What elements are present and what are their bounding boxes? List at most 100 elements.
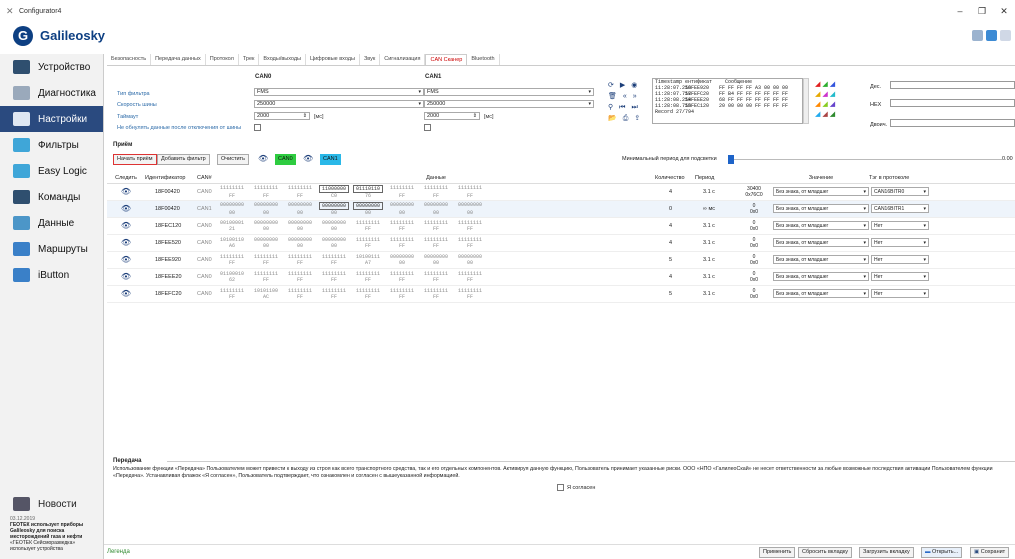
tag-select[interactable]: Нет ▾ xyxy=(871,238,929,247)
tag-select[interactable]: CAN16BITR1 ▾ xyxy=(871,204,929,213)
can1-eye-icon[interactable]: 👁 xyxy=(303,154,313,163)
value-type-select[interactable]: Без знака, от младшег ▾ xyxy=(773,272,869,281)
eye-icon[interactable]: 👁 xyxy=(121,187,131,196)
byte-bits[interactable]: 00000000 xyxy=(455,202,485,210)
sidebar-item-puzzle[interactable]: Easy Logic xyxy=(0,158,103,184)
value-type-select[interactable]: Без знака, от младшег ▾ xyxy=(773,187,869,196)
scanner-log[interactable]: Timestamp ентификат Сообщение 11:28:07.2… xyxy=(652,78,803,124)
sidebar-item-filter[interactable]: Фильтры xyxy=(0,132,103,158)
table-row[interactable]: 👁 18F00420 CAN0 11111111 11111111 11111111 110… xyxy=(107,183,1015,201)
value-type-select[interactable]: Без знака, от младшег ▾ xyxy=(773,204,869,213)
agree-checkbox[interactable] xyxy=(557,484,564,491)
spin-icon[interactable]: ⇕ xyxy=(303,113,307,120)
byte-bits[interactable]: 11111111 xyxy=(387,185,417,193)
can1-filter-type-select[interactable]: FMS ▾ xyxy=(424,88,594,96)
marker-cyan-icon[interactable]: ◢ xyxy=(830,91,835,98)
play-icon[interactable]: ▶ xyxy=(620,80,625,91)
record-icon[interactable]: ◉ xyxy=(631,80,637,91)
sidebar-item-data[interactable]: Данные xyxy=(0,210,103,236)
byte-bits[interactable]: 01110110 xyxy=(353,184,383,193)
sidebar-item-commands[interactable]: Команды xyxy=(0,184,103,210)
can1-reset-checkbox[interactable] xyxy=(424,124,431,131)
prev-icon[interactable]: « xyxy=(623,91,627,102)
marker-blue-icon[interactable]: ◢ xyxy=(830,81,835,88)
apply-button[interactable]: Применить xyxy=(759,547,796,558)
can0-reset-checkbox[interactable] xyxy=(254,124,261,131)
byte-bits[interactable]: 00000000 xyxy=(353,201,383,210)
tag-select[interactable]: Нет ▾ xyxy=(871,221,929,230)
table-row[interactable]: 👁 18FEE520 CAN0 10100110 00000000 00000000 000… xyxy=(107,234,1015,252)
clear-button[interactable]: Очистить xyxy=(217,154,249,165)
marker-yellow-icon[interactable]: ◢ xyxy=(815,91,820,98)
refresh-icon[interactable]: ⟳ xyxy=(608,80,614,91)
eye-icon[interactable]: 👁 xyxy=(121,272,131,281)
can0-chip[interactable]: CAN0 xyxy=(275,154,296,165)
bin-field[interactable] xyxy=(890,119,1015,127)
byte-bits[interactable]: 11111111 xyxy=(285,185,315,193)
table-row[interactable]: 👁 18FEFC20 CAN0 11111111 10101100 11111111 111… xyxy=(107,285,1015,303)
reset-tab-button[interactable]: Сбросить вкладку xyxy=(798,547,853,558)
eye-icon[interactable]: 👁 xyxy=(121,238,131,247)
tab-6[interactable]: Звук xyxy=(360,54,381,65)
value-type-select[interactable]: Без знака, от младшег ▾ xyxy=(773,255,869,264)
sidebar-item-route[interactable]: Маршруты xyxy=(0,236,103,262)
load-tab-button[interactable]: Загрузить вкладку xyxy=(859,547,914,558)
save-button[interactable]: ▣ Сохранит xyxy=(970,547,1010,558)
tab-3[interactable]: Трек xyxy=(239,54,260,65)
byte-bits[interactable]: 00000000 xyxy=(387,202,417,210)
dec-field[interactable] xyxy=(890,81,1015,89)
sidebar-item-device[interactable]: Устройство xyxy=(0,54,103,80)
tab-7[interactable]: Сигнализация xyxy=(380,54,426,65)
sidebar-item-gear[interactable]: Настройки xyxy=(0,106,103,132)
open-button[interactable]: ▬ Открыть... xyxy=(921,547,963,558)
marker-sky-icon[interactable]: ◢ xyxy=(815,111,820,118)
tab-5[interactable]: Цифровые входы xyxy=(306,54,360,65)
byte-bits[interactable]: 00000000 xyxy=(217,202,247,210)
last-icon[interactable]: ⏭ xyxy=(631,102,637,113)
log-scrollbar[interactable] xyxy=(803,78,809,124)
can0-eye-icon[interactable]: 👁 xyxy=(258,154,268,163)
tab-1[interactable]: Передача данных xyxy=(151,54,206,65)
marker-magenta-icon[interactable]: ◢ xyxy=(822,91,827,98)
table-row[interactable]: 👁 18F00420 CAN1 00000000 00000000 00000000 000… xyxy=(107,200,1015,218)
tab-8[interactable]: CAN Сканер xyxy=(425,54,468,65)
sidebar-item-news[interactable]: Новости xyxy=(0,493,104,515)
maximize-button[interactable]: ❐ xyxy=(971,6,993,17)
byte-bits[interactable]: 11111111 xyxy=(421,185,451,193)
byte-bits[interactable]: 00000000 xyxy=(285,202,315,210)
byte-bits[interactable]: 00000000 xyxy=(251,202,281,210)
min-period-slider-track[interactable] xyxy=(734,159,1002,160)
legend-link[interactable]: Легенда xyxy=(107,549,130,555)
marker-violet-icon[interactable]: ◢ xyxy=(830,101,835,108)
table-row[interactable]: 👁 18FEEE20 CAN0 01100010 11111111 11111111 111… xyxy=(107,268,1015,286)
start-receive-button[interactable]: Начать приём xyxy=(113,154,157,165)
sidebar-item-diagnostics[interactable]: Диагностика xyxy=(0,80,103,106)
news-preview[interactable]: 03.12.2019 ГЕОТЕК использует приборы Gal… xyxy=(10,516,102,552)
can1-timeout-input[interactable]: 2000 ⇕ xyxy=(424,112,480,120)
tab-9[interactable]: Bluetooth xyxy=(467,54,500,65)
can1-chip[interactable]: CAN1 xyxy=(320,154,341,165)
clear-filter-icon[interactable]: ⚲ xyxy=(608,102,613,113)
add-filter-button[interactable]: Добавить фильтр xyxy=(157,154,210,165)
value-type-select[interactable]: Без знака, от младшег ▾ xyxy=(773,238,869,247)
marker-dark-green-icon[interactable]: ◢ xyxy=(830,111,835,118)
update-icon[interactable] xyxy=(1000,30,1011,41)
next-icon[interactable]: » xyxy=(633,91,637,102)
tab-2[interactable]: Протокол xyxy=(206,54,239,65)
byte-bits[interactable]: 00000000 xyxy=(319,201,349,210)
value-type-select[interactable]: Без знака, от младшег ▾ xyxy=(773,221,869,230)
open-folder-icon[interactable]: 📂 xyxy=(608,113,617,124)
device-info-icon[interactable] xyxy=(972,30,983,41)
marker-brown-icon[interactable]: ◢ xyxy=(822,111,827,118)
eye-icon[interactable]: 👁 xyxy=(121,221,131,230)
hex-field[interactable] xyxy=(890,99,1015,107)
spin-icon[interactable]: ⇕ xyxy=(473,113,477,120)
can1-bus-speed-select[interactable]: 250000 ▾ xyxy=(424,100,594,108)
table-row[interactable]: 👁 18FEC120 CAN0 00100001 00000000 00000000 000… xyxy=(107,217,1015,235)
first-icon[interactable]: ⏮ xyxy=(619,102,625,113)
marker-green-icon[interactable]: ◢ xyxy=(822,81,827,88)
eye-icon[interactable]: 👁 xyxy=(121,255,131,264)
sidebar-item-ibutton[interactable]: iButton xyxy=(0,262,103,288)
byte-bits[interactable]: 11111111 xyxy=(251,185,281,193)
byte-bits[interactable]: 00000000 xyxy=(421,202,451,210)
